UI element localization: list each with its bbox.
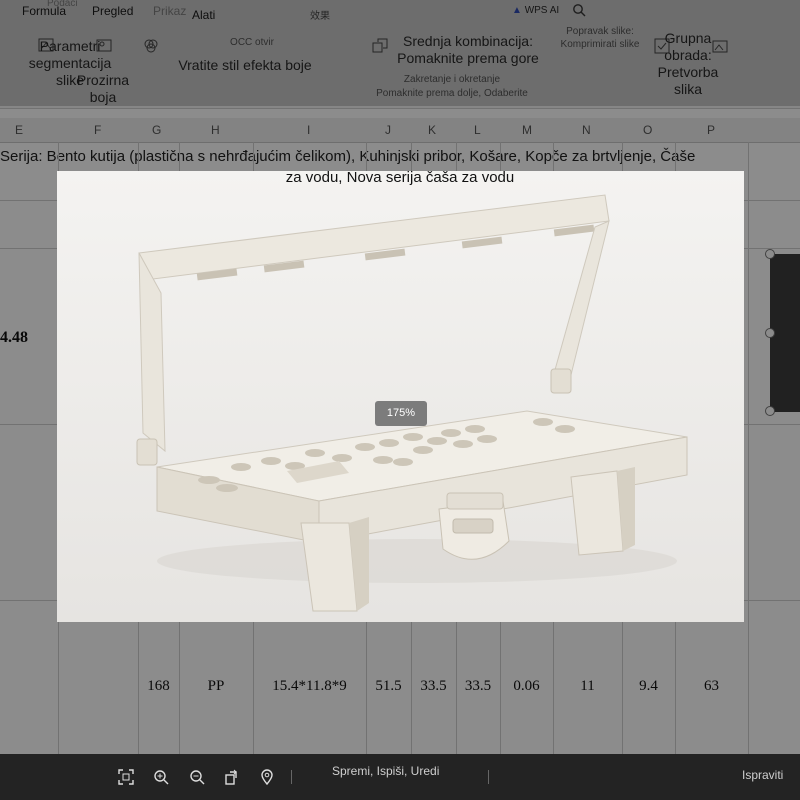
zoom-in-icon[interactable] [153, 769, 169, 785]
rotate-icon[interactable] [224, 769, 240, 785]
product-photo[interactable] [57, 171, 744, 622]
product-illustration [57, 171, 744, 622]
toolbar-separator [488, 770, 489, 784]
viewer-backdrop-top [0, 0, 800, 106]
toolbar-separator [291, 770, 292, 784]
correct-button[interactable]: Ispraviti [742, 768, 783, 782]
save-print-edit-menu[interactable]: Spremi, Ispiši, Uredi [332, 764, 439, 778]
zoom-out-icon[interactable] [189, 769, 205, 785]
viewer-toolbar: Spremi, Ispiši, Uredi Ispraviti [0, 754, 800, 800]
fit-screen-icon[interactable] [118, 769, 134, 785]
viewer-caption: za vodu, Nova serija čaša za vodu [285, 169, 515, 186]
location-pin-icon[interactable] [259, 769, 275, 785]
zoom-level-badge: 175% [375, 401, 427, 426]
